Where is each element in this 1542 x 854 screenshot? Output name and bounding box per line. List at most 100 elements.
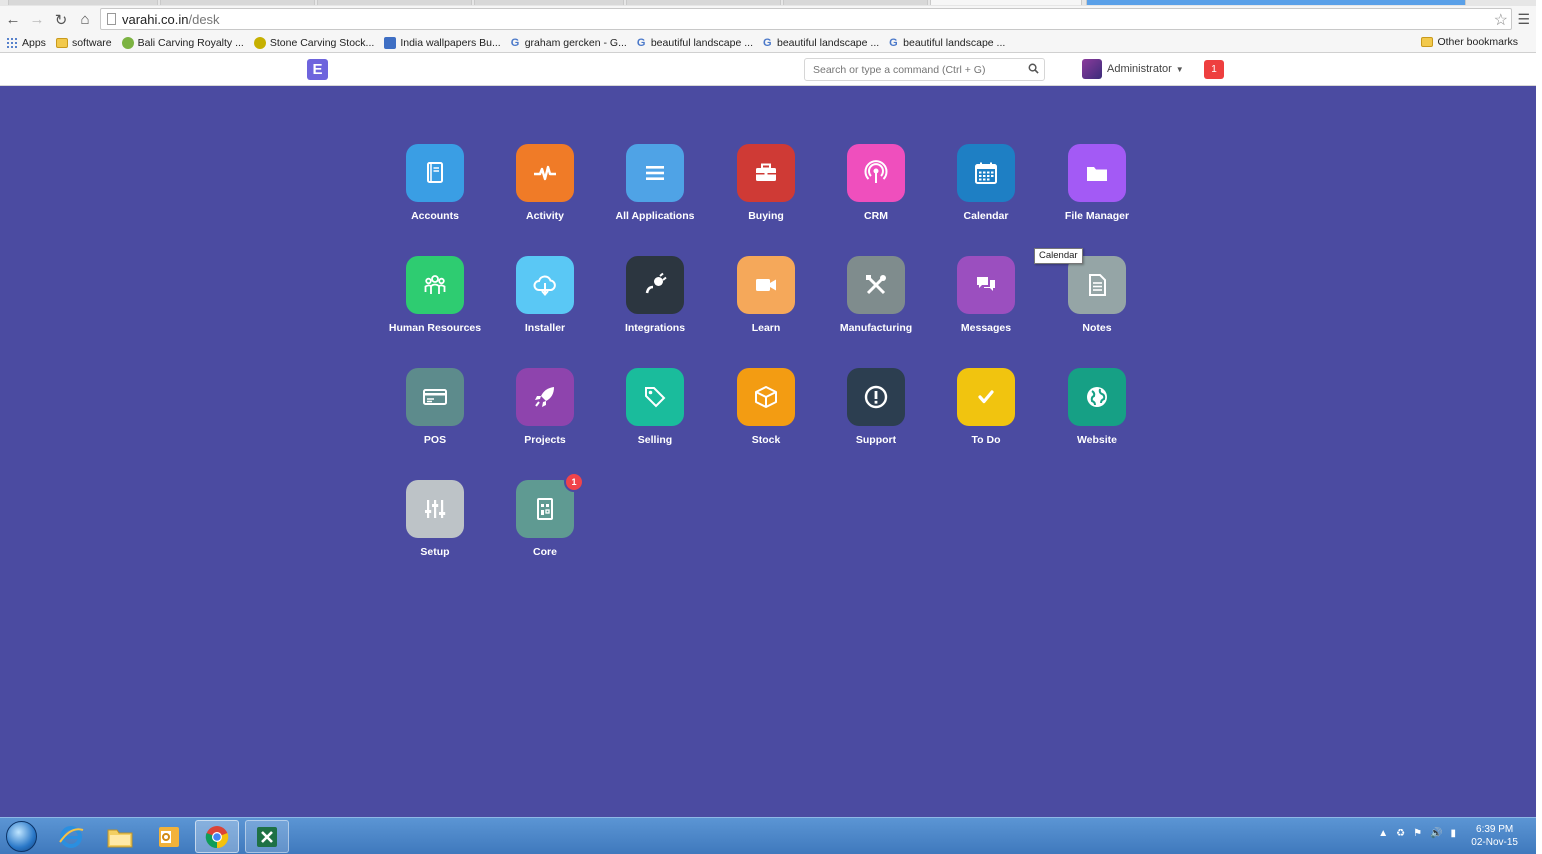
app-logo[interactable]: E xyxy=(307,59,328,80)
bookmark-star-icon[interactable]: ☆ xyxy=(1494,10,1508,30)
forward-arrow-icon[interactable]: → xyxy=(26,9,48,31)
browser-tab[interactable] xyxy=(783,0,928,5)
app-label: File Manager xyxy=(1064,210,1130,222)
app-tile-accounts[interactable]: Accounts xyxy=(380,144,490,222)
user-menu[interactable]: Administrator ▼ xyxy=(1082,59,1184,79)
browser-tab[interactable] xyxy=(8,0,158,5)
app-tile-all-applications[interactable]: All Applications xyxy=(600,144,710,222)
browser-tab[interactable] xyxy=(1086,0,1466,5)
app-tile-setup[interactable]: Setup xyxy=(380,480,490,558)
start-button[interactable] xyxy=(6,821,37,852)
app-tile-core[interactable]: 1 Core xyxy=(490,472,600,558)
notification-badge[interactable]: 1 xyxy=(1204,60,1224,79)
file-explorer-icon[interactable] xyxy=(98,820,142,853)
home-icon[interactable]: ⌂ xyxy=(74,9,96,31)
browser-menu-icon[interactable]: ☰ xyxy=(1517,11,1530,28)
address-bar[interactable]: varahi.co.in/desk xyxy=(100,8,1512,30)
browser-tab[interactable] xyxy=(160,0,315,5)
window-edge xyxy=(1536,0,1542,854)
search-icon[interactable] xyxy=(1028,63,1039,74)
app-tile-support[interactable]: Support xyxy=(821,368,931,446)
browser-tab[interactable] xyxy=(317,0,472,5)
flag-icon[interactable]: ⚑ xyxy=(1413,828,1422,839)
app-tile-messages[interactable]: Messages xyxy=(931,256,1041,334)
card-icon xyxy=(406,368,464,426)
bookmark-apps[interactable]: Apps xyxy=(6,36,46,49)
app-label: Human Resources xyxy=(388,322,482,334)
sliders-icon xyxy=(406,480,464,538)
app-label: Activity xyxy=(526,210,564,222)
browser-tab-active[interactable] xyxy=(930,0,1082,5)
app-label: Stock xyxy=(751,434,781,446)
google-icon: G xyxy=(636,36,646,49)
app-label: CRM xyxy=(864,210,888,222)
app-tile-human-resources[interactable]: Human Resources xyxy=(380,256,490,334)
bookmark-item[interactable]: Gbeautiful landscape ... xyxy=(637,37,753,49)
taskbar-clock[interactable]: 6:39 PM 02-Nov-15 xyxy=(1471,823,1518,849)
app-tile-installer[interactable]: Installer xyxy=(490,256,600,334)
signal-icon[interactable]: ▮ xyxy=(1450,828,1456,839)
plug-icon xyxy=(626,256,684,314)
app-tile-buying[interactable]: Buying xyxy=(711,144,821,222)
bookmark-software[interactable]: software xyxy=(55,37,112,49)
reload-icon[interactable]: ↻ xyxy=(50,9,72,31)
volume-icon[interactable]: 🔊 xyxy=(1430,828,1442,839)
app-label: All Applications xyxy=(615,210,695,222)
browser-tab[interactable] xyxy=(474,0,624,5)
bookmark-item[interactable]: Stone Carving Stock... xyxy=(253,36,374,49)
app-label: Accounts xyxy=(411,210,459,222)
taskbar: ▲ ♻ ⚑ 🔊 ▮ 6:39 PM 02-Nov-15 xyxy=(0,817,1536,854)
app-tile-integrations[interactable]: Integrations xyxy=(600,256,710,334)
apps-grid-icon xyxy=(6,36,18,49)
app-tile-calendar[interactable]: Calendar xyxy=(931,144,1041,222)
folder-icon xyxy=(55,37,68,48)
desk-workspace: Accounts Activity All Applications Buyin… xyxy=(0,86,1536,817)
app-tile-manufacturing[interactable]: Manufacturing xyxy=(821,256,931,334)
app-label: Support xyxy=(855,434,897,446)
app-label: Selling xyxy=(637,434,673,446)
app-tile-crm[interactable]: CRM xyxy=(821,144,931,222)
site-icon xyxy=(253,36,266,49)
app-label: Buying xyxy=(748,210,784,222)
tools-icon xyxy=(847,256,905,314)
video-icon xyxy=(737,256,795,314)
app-tile-projects[interactable]: Projects xyxy=(490,368,600,446)
excel-icon[interactable] xyxy=(245,820,289,853)
app-tile-file-manager[interactable]: File Manager xyxy=(1042,144,1152,222)
app-label: Learn xyxy=(751,322,781,334)
other-bookmarks[interactable]: Other bookmarks xyxy=(1421,36,1518,48)
chat-icon xyxy=(957,256,1015,314)
awesome-bar-search-input[interactable] xyxy=(804,58,1045,81)
app-tile-learn[interactable]: Learn xyxy=(711,256,821,334)
browser-tab[interactable] xyxy=(626,0,781,5)
browser-toolbar: ← → ↻ ⌂ varahi.co.in/desk ☆ ☰ xyxy=(0,6,1536,33)
url-host: varahi.co.in xyxy=(122,11,189,27)
people-icon xyxy=(406,256,464,314)
app-label: Manufacturing xyxy=(839,322,913,334)
outlook-icon[interactable] xyxy=(147,820,191,853)
app-label: Website xyxy=(1076,434,1118,446)
internet-explorer-icon[interactable] xyxy=(49,820,93,853)
bookmark-item[interactable]: Gbeautiful landscape ... xyxy=(889,37,1005,49)
bookmark-item[interactable]: Ggraham gercken - G... xyxy=(511,37,627,49)
bookmark-item[interactable]: Bali Carving Royalty ... xyxy=(121,36,244,49)
show-hidden-icons-icon[interactable]: ▲ xyxy=(1378,828,1388,839)
url-path: /desk xyxy=(188,11,220,27)
folder-icon xyxy=(1421,37,1434,47)
back-arrow-icon[interactable]: ← xyxy=(2,9,24,31)
chrome-icon[interactable] xyxy=(195,820,239,853)
clock-time: 6:39 PM xyxy=(1476,824,1514,835)
app-tile-to-do[interactable]: To Do xyxy=(931,368,1041,446)
bookmark-item[interactable]: India wallpapers Bu... xyxy=(384,36,501,49)
app-tile-pos[interactable]: POS xyxy=(380,368,490,446)
app-label: To Do xyxy=(971,434,1001,446)
bookmark-item[interactable]: Gbeautiful landscape ... xyxy=(763,37,879,49)
app-tile-stock[interactable]: Stock xyxy=(711,368,821,446)
app-tile-activity[interactable]: Activity xyxy=(490,144,600,222)
site-icon xyxy=(384,36,397,49)
calendar-icon xyxy=(957,144,1015,202)
network-sync-icon[interactable]: ♻ xyxy=(1396,828,1405,839)
app-tile-selling[interactable]: Selling xyxy=(600,368,710,446)
app-tile-notes[interactable]: Notes xyxy=(1042,256,1152,334)
app-tile-website[interactable]: Website xyxy=(1042,368,1152,446)
